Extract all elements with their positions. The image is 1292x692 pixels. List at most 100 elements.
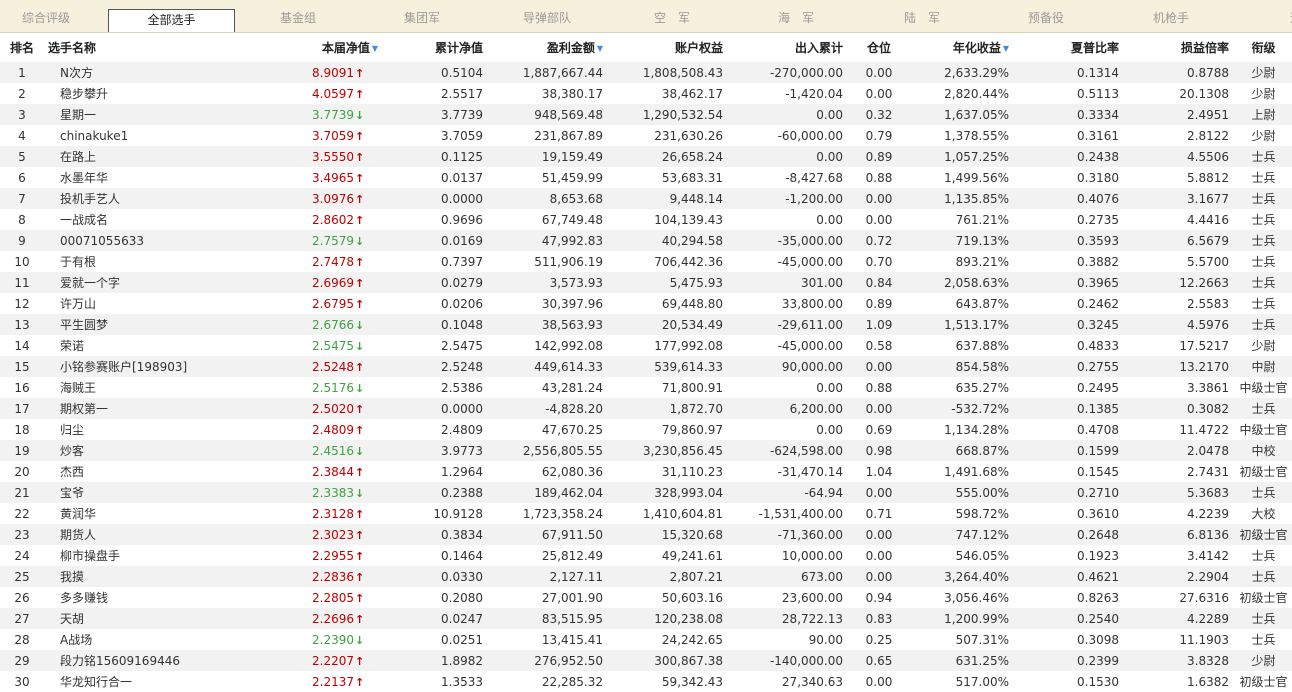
table-row[interactable]: 5 在路上 3.5550↑ 0.1125 19,159.49 26,658.24 0.00 0… [0, 146, 1292, 167]
header-pl-ratio[interactable]: 损益倍率 [1125, 33, 1235, 62]
name-cell[interactable]: 期货人 [44, 524, 224, 545]
name-cell[interactable]: 宝爷 [44, 482, 224, 503]
name-cell[interactable]: 平生圆梦 [44, 314, 224, 335]
header-name[interactable]: 选手名称 [44, 33, 224, 62]
profit-cell: 948,569.48 [489, 104, 609, 125]
header-sharpe[interactable]: 夏普比率 [1015, 33, 1125, 62]
name-cell[interactable]: 华龙知行合一 [44, 671, 224, 692]
name-cell[interactable]: 小铭参赛账户[198903] [44, 356, 224, 377]
header-nav[interactable]: 本届净值 ▼ [224, 33, 384, 62]
equity-cell: 31,110.23 [609, 461, 729, 482]
name-cell[interactable]: A战场 [44, 629, 224, 650]
name-cell[interactable]: 期权第一 [44, 398, 224, 419]
header-title[interactable]: 衔级 [1235, 33, 1292, 62]
title-cell: 士兵 [1235, 314, 1292, 335]
position-cell: 0.00 [849, 209, 909, 230]
pl-ratio-cell: 4.4416 [1125, 209, 1235, 230]
name-cell[interactable]: 天胡 [44, 608, 224, 629]
header-rank[interactable]: 排名 [0, 33, 44, 62]
annual-cell: 2,058.63% [909, 272, 1015, 293]
table-row[interactable]: 4 chinakuke1 3.7059↑ 3.7059 231,867.89 231,63… [0, 125, 1292, 146]
table-row[interactable]: 26 多多赚钱 2.2805↑ 0.2080 27,001.90 50,603.16 23,… [0, 587, 1292, 608]
pl-ratio-cell: 2.2904 [1125, 566, 1235, 587]
name-cell[interactable]: 多多赚钱 [44, 587, 224, 608]
header-inout[interactable]: 出入累计 [729, 33, 849, 62]
table-row[interactable]: 14 荣诺 2.5475↓ 2.5475 142,992.08 177,992.08 -45… [0, 335, 1292, 356]
table-row[interactable]: 22 黄润华 2.3128↑ 10.9128 1,723,358.24 1,410,604… [0, 503, 1292, 524]
tab-4[interactable]: 导弹部队 [487, 9, 607, 26]
table-row[interactable]: 29 段力铭15609169446 2.2207↑ 1.8982 276,952.50 3… [0, 650, 1292, 671]
nav-cell: 3.5550↑ [224, 146, 384, 167]
table-row[interactable]: 27 天胡 2.2696↑ 0.0247 83,515.95 120,238.08 28,7… [0, 608, 1292, 629]
table-row[interactable]: 10 于有根 2.7478↑ 0.7397 511,906.19 706,442.36 -4… [0, 251, 1292, 272]
header-cum-nav[interactable]: 累计净值 [384, 33, 489, 62]
name-cell[interactable]: 投机手艺人 [44, 188, 224, 209]
tab-8[interactable]: 预备役 [986, 9, 1106, 26]
tab-2[interactable]: 基金组 [238, 9, 358, 26]
name-cell[interactable]: 00071055633 [44, 230, 224, 251]
arrow-up-icon: ↑ [355, 297, 365, 311]
table-row[interactable]: 17 期权第一 2.5020↑ 0.0000 -4,828.20 1,872.70 6,20… [0, 398, 1292, 419]
position-cell: 0.88 [849, 377, 909, 398]
name-cell[interactable]: 我摸 [44, 566, 224, 587]
inout-cell: -60,000.00 [729, 125, 849, 146]
table-row[interactable]: 30 华龙知行合一 2.2137↑ 1.3533 22,285.32 59,342.43 2… [0, 671, 1292, 692]
table-row[interactable]: 1 N次方 8.9091↑ 0.5104 1,887,667.44 1,808,508.4… [0, 62, 1292, 83]
table-row[interactable]: 28 A战场 2.2390↓ 0.0251 13,415.41 24,242.65 90.0… [0, 629, 1292, 650]
header-position[interactable]: 仓位 [849, 33, 909, 62]
equity-cell: 5,475.93 [609, 272, 729, 293]
tab-10[interactable]: 远 [1236, 9, 1292, 26]
table-row[interactable]: 23 期货人 2.3023↑ 0.3834 67,911.50 15,320.68 -71,… [0, 524, 1292, 545]
name-cell[interactable]: 爱就一个字 [44, 272, 224, 293]
name-cell[interactable]: 稳步攀升 [44, 83, 224, 104]
header-profit[interactable]: 盈利金额 ▼ [489, 33, 609, 62]
title-cell: 中级士官 [1235, 419, 1292, 440]
table-row[interactable]: 15 小铭参赛账户[198903] 2.5248↑ 2.5248 449,614.33 5… [0, 356, 1292, 377]
name-cell[interactable]: 归尘 [44, 419, 224, 440]
table-row[interactable]: 7 投机手艺人 3.0976↑ 0.0000 8,653.68 9,448.14 -1,20… [0, 188, 1292, 209]
tab-1[interactable]: 全部选手 [108, 9, 235, 32]
name-cell[interactable]: 荣诺 [44, 335, 224, 356]
rank-cell: 18 [0, 419, 44, 440]
table-row[interactable]: 16 海贼王 2.5176↓ 2.5386 43,281.24 71,800.91 0.00… [0, 377, 1292, 398]
arrow-down-icon: ↓ [355, 486, 365, 500]
name-cell[interactable]: N次方 [44, 62, 224, 83]
tab-6[interactable]: 海 军 [736, 9, 856, 26]
name-cell[interactable]: 黄润华 [44, 503, 224, 524]
tab-0[interactable]: 综合评级 [0, 9, 106, 26]
name-cell[interactable]: 一战成名 [44, 209, 224, 230]
table-row[interactable]: 20 杰西 2.3844↑ 1.2964 62,080.36 31,110.23 -31,4… [0, 461, 1292, 482]
table-row[interactable]: 8 一战成名 2.8602↑ 0.9696 67,749.48 104,139.43 0.0… [0, 209, 1292, 230]
table-row[interactable]: 18 归尘 2.4809↑ 2.4809 47,670.25 79,860.97 0.00 0… [0, 419, 1292, 440]
name-cell[interactable]: 段力铭15609169446 [44, 650, 224, 671]
arrow-up-icon: ↑ [355, 423, 365, 437]
table-row[interactable]: 9 00071055633 2.7579↓ 0.0169 47,992.83 40,294… [0, 230, 1292, 251]
name-cell[interactable]: 于有根 [44, 251, 224, 272]
tab-5[interactable]: 空 军 [612, 9, 732, 26]
table-row[interactable]: 3 星期一 3.7739↓ 3.7739 948,569.48 1,290,532.54 0… [0, 104, 1292, 125]
table-row[interactable]: 2 稳步攀升 4.0597↑ 2.5517 38,380.17 38,462.17 -1,4… [0, 83, 1292, 104]
tab-7[interactable]: 陆 军 [862, 9, 982, 26]
name-cell[interactable]: 炒客 [44, 440, 224, 461]
header-equity[interactable]: 账户权益 [609, 33, 729, 62]
table-row[interactable]: 21 宝爷 2.3383↓ 0.2388 189,462.04 328,993.04 -64… [0, 482, 1292, 503]
table-row[interactable]: 12 许万山 2.6795↑ 0.0206 30,397.96 69,448.80 33,8… [0, 293, 1292, 314]
tab-9[interactable]: 机枪手 [1111, 9, 1231, 26]
table-row[interactable]: 11 爱就一个字 2.6969↑ 0.0279 3,573.93 5,475.93 301.… [0, 272, 1292, 293]
name-cell[interactable]: 水墨年华 [44, 167, 224, 188]
header-annual[interactable]: 年化收益 ▼ [909, 33, 1015, 62]
table-row[interactable]: 13 平生圆梦 2.6766↓ 0.1048 38,563.93 20,534.49 -29… [0, 314, 1292, 335]
position-cell: 0.00 [849, 545, 909, 566]
table-row[interactable]: 24 柳市操盘手 2.2955↑ 0.1464 25,812.49 49,241.61 10… [0, 545, 1292, 566]
table-row[interactable]: 6 水墨年华 3.4965↑ 0.0137 51,459.99 53,683.31 -8,4… [0, 167, 1292, 188]
name-cell[interactable]: 海贼王 [44, 377, 224, 398]
table-row[interactable]: 19 炒客 2.4516↓ 3.9773 2,556,805.55 3,230,856.4… [0, 440, 1292, 461]
name-cell[interactable]: 许万山 [44, 293, 224, 314]
name-cell[interactable]: 在路上 [44, 146, 224, 167]
table-row[interactable]: 25 我摸 2.2836↑ 0.0330 2,127.11 2,807.21 673.00 0… [0, 566, 1292, 587]
name-cell[interactable]: 柳市操盘手 [44, 545, 224, 566]
name-cell[interactable]: 星期一 [44, 104, 224, 125]
tab-3[interactable]: 集团军 [362, 9, 482, 26]
name-cell[interactable]: chinakuke1 [44, 125, 224, 146]
name-cell[interactable]: 杰西 [44, 461, 224, 482]
